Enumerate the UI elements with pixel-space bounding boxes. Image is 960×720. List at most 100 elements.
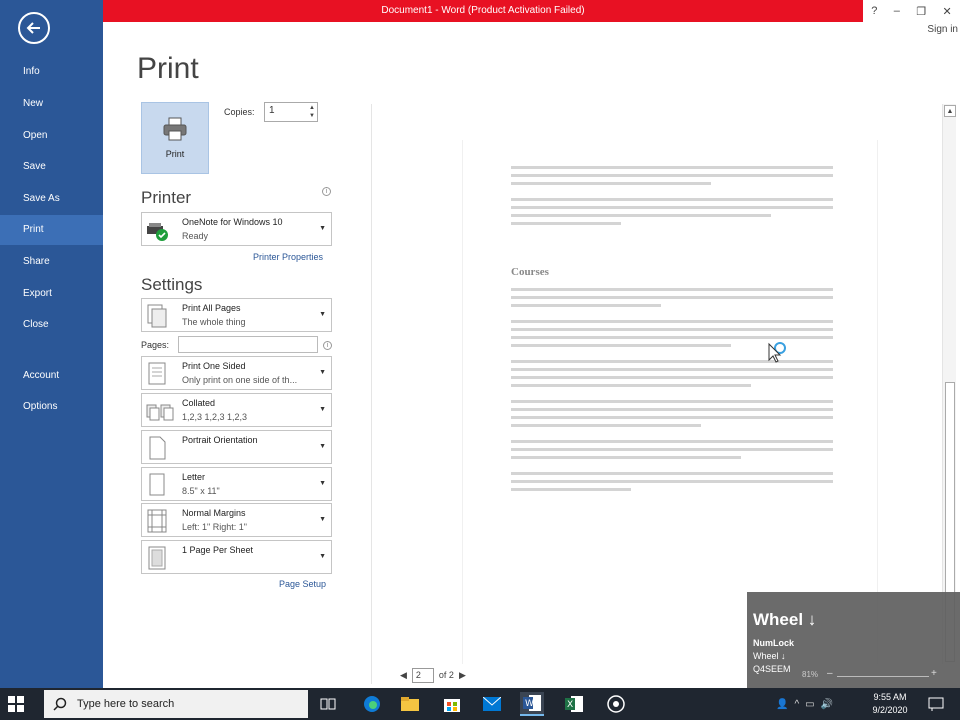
page-count: of 2 <box>438 670 454 680</box>
sidebar-item-new[interactable]: New <box>0 89 103 119</box>
task-view-icon[interactable] <box>316 692 340 716</box>
pages-input[interactable] <box>178 336 318 353</box>
paper-size-title: Letter <box>182 472 206 482</box>
sidebar-item-export[interactable]: Export <box>0 279 103 309</box>
zoom-level: 81% <box>802 670 819 679</box>
collation-dropdown[interactable]: Collated 1,2,3 1,2,3 1,2,3 ▼ <box>141 393 332 427</box>
printer-section-title: Printer <box>141 188 192 207</box>
printer-dropdown[interactable]: OneNote for Windows 10 Ready ▼ <box>141 212 332 246</box>
excel-icon[interactable]: X <box>562 692 586 716</box>
chevron-up-icon[interactable]: ^ <box>794 699 799 710</box>
taskbar-clock[interactable]: 9:55 AM 9/2/2020 <box>862 691 918 717</box>
window-title: Document1 - Word (Product Activation Fai… <box>103 0 863 22</box>
file-explorer-icon[interactable] <box>398 692 422 716</box>
notification-icon[interactable] <box>928 696 944 712</box>
page-setup-link[interactable]: Page Setup <box>279 579 326 589</box>
collation-subtitle: 1,2,3 1,2,3 1,2,3 <box>182 412 248 422</box>
network-icon[interactable]: ▭ <box>805 699 814 710</box>
copies-label: Copies: <box>224 107 255 117</box>
zoom-out-button[interactable]: – <box>827 668 833 679</box>
sides-subtitle: Only print on one side of th... <box>182 375 298 385</box>
next-page-button[interactable]: ▶ <box>459 670 466 681</box>
clock-date: 9/2/2020 <box>872 705 908 715</box>
orientation-title: Portrait Orientation <box>182 435 258 445</box>
prev-page-button[interactable]: ◀ <box>400 670 407 681</box>
print-range-dropdown[interactable]: Print All Pages The whole thing ▼ <box>141 298 332 332</box>
edge-icon[interactable] <box>360 692 384 716</box>
preview-page: Courses <box>462 140 878 664</box>
dropdown-arrow-icon: ▼ <box>319 553 326 560</box>
paper-size-subtitle: 8.5" x 11" <box>182 486 220 496</box>
minimize-button[interactable]: – <box>894 5 900 17</box>
dropdown-arrow-icon: ▼ <box>319 406 326 413</box>
pages-per-sheet-dropdown[interactable]: 1 Page Per Sheet ▼ <box>141 540 332 574</box>
scroll-up-button[interactable]: ▲ <box>944 105 956 117</box>
one-sided-icon <box>148 362 166 385</box>
close-button[interactable]: ✕ <box>943 5 952 18</box>
help-button[interactable]: ? <box>871 5 877 17</box>
preview-scrollbar[interactable]: ▲ <box>942 104 956 664</box>
info-icon[interactable]: i <box>323 341 332 350</box>
margins-icon <box>147 509 167 533</box>
clock-time: 9:55 AM <box>873 692 907 702</box>
sides-title: Print One Sided <box>182 361 246 371</box>
sidebar-item-share[interactable]: Share <box>0 247 103 277</box>
dropdown-arrow-icon: ▼ <box>319 225 326 232</box>
copies-value: 1 <box>269 105 275 116</box>
sidebar-item-save[interactable]: Save <box>0 152 103 182</box>
sidebar-item-close[interactable]: Close <box>0 310 103 340</box>
sides-dropdown[interactable]: Print One Sided Only print on one side o… <box>141 356 332 390</box>
sidebar-item-print[interactable]: Print <box>0 215 103 245</box>
orientation-dropdown[interactable]: Portrait Orientation ▼ <box>141 430 332 464</box>
zoom-slider[interactable] <box>837 676 929 677</box>
pages-icon <box>147 304 167 328</box>
paper-size-dropdown[interactable]: Letter 8.5" x 11" ▼ <box>141 467 332 501</box>
printer-properties-link[interactable]: Printer Properties <box>253 252 323 262</box>
sidebar-item-open[interactable]: Open <box>0 121 103 151</box>
key-overlay-line: Wheel ↓ <box>753 651 786 661</box>
search-icon <box>53 697 67 711</box>
key-overlay-main: Wheel ↓ <box>753 610 817 629</box>
copies-input[interactable]: 1 ▲ ▼ <box>264 102 318 122</box>
people-icon[interactable]: 👤 <box>776 699 788 710</box>
page-navigator: ◀ 2 of 2 ▶ <box>400 667 466 683</box>
print-range-subtitle: The whole thing <box>182 317 246 327</box>
printer-icon <box>163 117 187 141</box>
mail-icon[interactable] <box>480 692 504 716</box>
margins-title: Normal Margins <box>182 508 246 518</box>
key-overlay-line: NumLock <box>753 638 795 648</box>
mouse-cursor-icon <box>768 342 786 363</box>
copies-spinner[interactable]: ▲ ▼ <box>309 104 315 120</box>
sign-in-link[interactable]: Sign in <box>927 24 958 35</box>
printer-name: OneNote for Windows 10 <box>182 217 283 227</box>
back-button[interactable] <box>18 12 50 44</box>
volume-icon[interactable]: 🔊 <box>821 699 833 710</box>
pages-label: Pages: <box>141 340 170 350</box>
sidebar-item-info[interactable]: Info <box>0 57 103 87</box>
keystroke-overlay: Wheel ↓ NumLock Wheel ↓ Q4SEEM 81% – + <box>747 592 960 688</box>
taskbar-search[interactable]: Type here to search <box>44 690 308 718</box>
sidebar-item-options[interactable]: Options <box>0 392 103 422</box>
sidebar-item-account[interactable]: Account <box>0 361 103 391</box>
restore-button[interactable]: ❐ <box>916 5 926 18</box>
print-button[interactable]: Print <box>141 102 209 174</box>
store-icon[interactable] <box>440 692 464 716</box>
info-icon[interactable]: i <box>322 187 331 196</box>
current-page-input[interactable]: 2 <box>411 667 434 683</box>
dropdown-arrow-icon: ▼ <box>319 480 326 487</box>
sidebar-item-save-as[interactable]: Save As <box>0 184 103 214</box>
portrait-icon <box>149 436 166 460</box>
windows-start-icon[interactable] <box>8 696 24 712</box>
zoom-in-button[interactable]: + <box>931 668 937 679</box>
dropdown-arrow-icon: ▼ <box>319 516 326 523</box>
recorder-icon[interactable] <box>604 692 628 716</box>
word-icon[interactable]: W <box>520 692 544 716</box>
dropdown-arrow-icon: ▼ <box>319 369 326 376</box>
dropdown-arrow-icon: ▼ <box>319 443 326 450</box>
print-button-label: Print <box>165 149 185 159</box>
window-controls: ? – ❐ ✕ <box>863 0 960 22</box>
page-per-sheet-icon <box>148 546 166 570</box>
svg-text:W: W <box>525 699 534 709</box>
margins-dropdown[interactable]: Normal Margins Left: 1" Right: 1" ▼ <box>141 503 332 537</box>
taskbar: Type here to search W X 👤 ^ ▭ 🔊 9:55 AM … <box>0 688 960 720</box>
